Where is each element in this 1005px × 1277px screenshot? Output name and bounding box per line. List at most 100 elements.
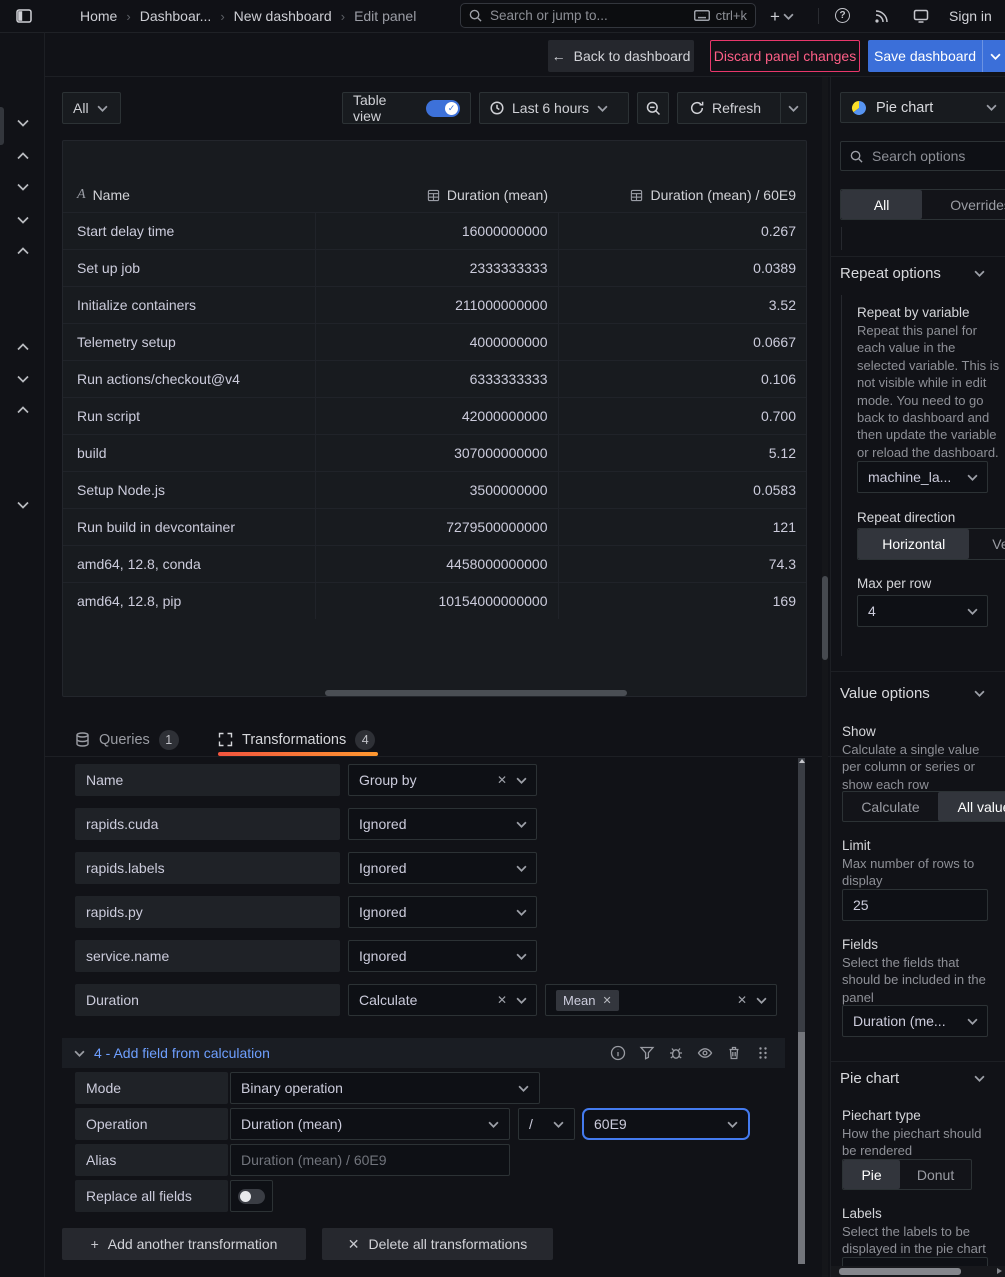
nav-chevron-up-icon[interactable] <box>17 406 29 414</box>
show-all-values[interactable]: All values <box>938 792 1005 821</box>
drag-handle-icon[interactable] <box>755 1045 771 1061</box>
field-operation-select[interactable]: Ignored <box>348 896 537 928</box>
editor-scroll-thumb[interactable] <box>822 576 828 660</box>
breadcrumb-item[interactable]: New dashboard <box>234 8 332 24</box>
nav-chevron-up-icon[interactable] <box>17 343 29 351</box>
info-icon[interactable] <box>610 1045 626 1061</box>
transformations-scroll-thumb[interactable] <box>798 1032 805 1264</box>
pie-chart-options-header[interactable]: Pie chart <box>840 1070 985 1087</box>
close-icon: ✕ <box>348 1236 360 1253</box>
alias-input[interactable] <box>230 1144 510 1176</box>
field-operation-select[interactable]: Ignored <box>348 940 537 972</box>
table-view-toggle[interactable]: ✓ <box>426 100 460 117</box>
field-name-label: rapids.cuda <box>75 808 340 840</box>
delete-all-transformations-button[interactable]: ✕ Delete all transformations <box>322 1228 553 1260</box>
dock-menu-icon[interactable] <box>16 8 32 24</box>
remove-tag-icon[interactable]: ✕ <box>603 994 612 1007</box>
field-operation-select[interactable]: Calculate✕ <box>348 984 537 1016</box>
clear-icon[interactable]: ✕ <box>497 774 507 786</box>
field-operation-select[interactable]: Group by✕ <box>348 764 537 796</box>
limit-input[interactable] <box>842 889 988 921</box>
options-search-box[interactable] <box>840 141 1005 171</box>
filter-icon[interactable] <box>639 1045 655 1061</box>
fields-select[interactable]: Duration (me... <box>842 1005 988 1037</box>
keyboard-icon <box>694 10 710 21</box>
global-search-field[interactable] <box>488 7 688 24</box>
scroll-up-arrow[interactable] <box>799 759 805 763</box>
back-to-dashboard-button[interactable]: ← Back to dashboard <box>548 40 694 72</box>
column-header[interactable]: Duration (mean) / 60E9 <box>558 178 806 213</box>
options-search-field[interactable] <box>870 147 1005 165</box>
breadcrumb-item[interactable]: Home <box>80 8 117 24</box>
news-rss-icon[interactable] <box>874 8 890 24</box>
nav-chevron-down-icon[interactable] <box>17 119 29 127</box>
value-options-title: Value options <box>840 685 930 702</box>
repeat-variable-select[interactable]: machine_la... <box>857 461 988 493</box>
trash-icon[interactable] <box>726 1045 742 1061</box>
table-cell: 3500000000 <box>315 472 558 509</box>
column-header[interactable]: Duration (mean) <box>315 178 558 213</box>
table-cell: 5.12 <box>558 435 806 472</box>
breadcrumb-item[interactable]: Dashboar... <box>140 8 212 24</box>
value-options-header[interactable]: Value options <box>840 685 985 702</box>
nav-chevron-down-icon[interactable] <box>17 501 29 509</box>
clear-icon[interactable]: ✕ <box>737 994 747 1006</box>
sidebar-hscroll-thumb[interactable] <box>839 1268 961 1275</box>
field-operation-select[interactable]: Ignored <box>348 808 537 840</box>
visualization-picker[interactable]: Pie chart <box>840 92 1005 123</box>
monitor-icon[interactable] <box>913 8 929 24</box>
operation-left-select[interactable]: Duration (mean) <box>230 1108 510 1140</box>
nav-chevron-up-icon[interactable] <box>17 152 29 160</box>
transformation-section-header[interactable]: 4 - Add field from calculation <box>62 1038 785 1068</box>
type-pie[interactable]: Pie <box>843 1160 900 1189</box>
operator-select[interactable]: / <box>518 1108 575 1140</box>
save-options-toggle[interactable] <box>983 53 1005 60</box>
field-operation-select[interactable]: Ignored <box>348 852 537 884</box>
search-input[interactable]: ctrl+k <box>460 3 756 28</box>
divider <box>818 8 819 24</box>
add-another-transformation-button[interactable]: + Add another transformation <box>62 1228 306 1260</box>
scope-filter-dropdown[interactable]: All <box>62 92 121 124</box>
repeat-options-header[interactable]: Repeat options <box>840 265 985 282</box>
save-dashboard-button[interactable]: Save dashboard <box>868 40 1005 72</box>
editor-scroll-track[interactable] <box>822 77 828 1277</box>
direction-horizontal[interactable]: Horizontal <box>858 529 969 559</box>
table-cell: 121 <box>558 509 806 546</box>
nav-chevron-down-icon[interactable] <box>17 216 29 224</box>
breadcrumb-item[interactable]: Edit panel <box>354 8 416 24</box>
column-header[interactable]: AName <box>63 178 315 213</box>
max-per-row-select[interactable]: 4 <box>857 595 988 627</box>
scroll-right-arrow[interactable] <box>997 1268 1002 1274</box>
discard-panel-changes-button[interactable]: Discard panel changes <box>710 40 860 72</box>
refresh-interval-dropdown[interactable] <box>781 105 806 112</box>
eye-icon[interactable] <box>697 1045 713 1061</box>
aggregation-tag[interactable]: Mean✕ <box>556 990 619 1011</box>
nav-chevron-down-icon[interactable] <box>17 183 29 191</box>
table-cell: Initialize containers <box>63 287 315 324</box>
time-range-picker[interactable]: Last 6 hours <box>479 92 629 124</box>
tab-overrides[interactable]: Overrides <box>922 190 1005 219</box>
rail-scroll-thumb[interactable] <box>0 107 4 145</box>
tab-all-options[interactable]: All <box>841 190 922 219</box>
table-cell: Telemetry setup <box>63 324 315 361</box>
show-calculate[interactable]: Calculate <box>843 792 938 821</box>
operand-select[interactable]: 60E9 <box>582 1108 750 1140</box>
type-donut[interactable]: Donut <box>900 1160 971 1189</box>
zoom-out-time-button[interactable] <box>637 92 669 124</box>
clear-icon[interactable]: ✕ <box>497 994 507 1006</box>
mode-select[interactable]: Binary operation <box>230 1072 540 1104</box>
mode-label: Mode <box>75 1072 228 1104</box>
nav-chevron-up-icon[interactable] <box>17 247 29 255</box>
help-icon[interactable]: ? <box>835 8 850 23</box>
aggregation-select[interactable]: Mean✕✕ <box>545 984 777 1016</box>
nav-chevron-down-icon[interactable] <box>17 375 29 383</box>
show-label: Show <box>842 724 876 739</box>
direction-vertical[interactable]: Vertical <box>969 529 1005 559</box>
refresh-button[interactable]: Refresh <box>678 100 780 116</box>
tab-queries[interactable]: Queries 1 <box>75 723 179 756</box>
replace-all-fields-toggle[interactable] <box>230 1180 273 1212</box>
bug-icon[interactable] <box>668 1045 684 1061</box>
sign-in-link[interactable]: Sign in <box>949 0 992 32</box>
new-menu-button[interactable]: + <box>770 0 794 32</box>
table-horizontal-scroll-thumb[interactable] <box>325 690 627 696</box>
